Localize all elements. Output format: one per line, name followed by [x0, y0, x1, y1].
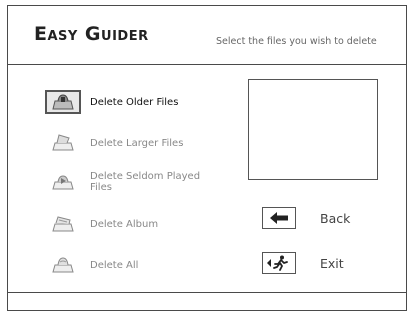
- back-button[interactable]: Back: [262, 206, 350, 230]
- exit-button[interactable]: Exit: [262, 251, 344, 275]
- menu-item-label: Delete Larger Files: [90, 137, 184, 149]
- menu-item-delete-larger-files[interactable]: Delete Larger Files: [45, 130, 235, 156]
- exit-running-man-icon: [262, 252, 296, 274]
- instruction-text: Select the files you wish to delete: [216, 36, 377, 47]
- app-title: Easy Guider: [34, 23, 149, 45]
- trash-all-icon: [45, 253, 81, 277]
- footer-divider: [8, 292, 406, 293]
- trash-album-icon: [45, 212, 81, 236]
- menu-item-delete-all[interactable]: Delete All: [45, 252, 235, 278]
- menu-item-label: Delete Seldom Played Files: [90, 171, 201, 193]
- arrow-left-icon: [262, 207, 296, 229]
- trash-seldom-icon: [45, 170, 81, 194]
- back-label: Back: [320, 210, 351, 226]
- menu-item-delete-seldom-played-files[interactable]: Delete Seldom Played Files: [45, 169, 235, 195]
- menu-item-label: Delete Older Files: [90, 96, 179, 108]
- trash-older-icon: [45, 90, 81, 114]
- header-divider: [8, 64, 406, 65]
- preview-panel: [248, 79, 378, 180]
- header: Easy Guider Select the files you wish to…: [8, 6, 406, 64]
- dialog-frame: Easy Guider Select the files you wish to…: [7, 5, 407, 311]
- menu-item-label: Delete All: [90, 259, 139, 271]
- exit-label: Exit: [320, 255, 344, 271]
- menu-item-delete-older-files[interactable]: Delete Older Files: [45, 89, 235, 115]
- trash-larger-icon: [45, 131, 81, 155]
- menu-item-label: Delete Album: [90, 218, 159, 230]
- menu-item-delete-album[interactable]: Delete Album: [45, 211, 235, 237]
